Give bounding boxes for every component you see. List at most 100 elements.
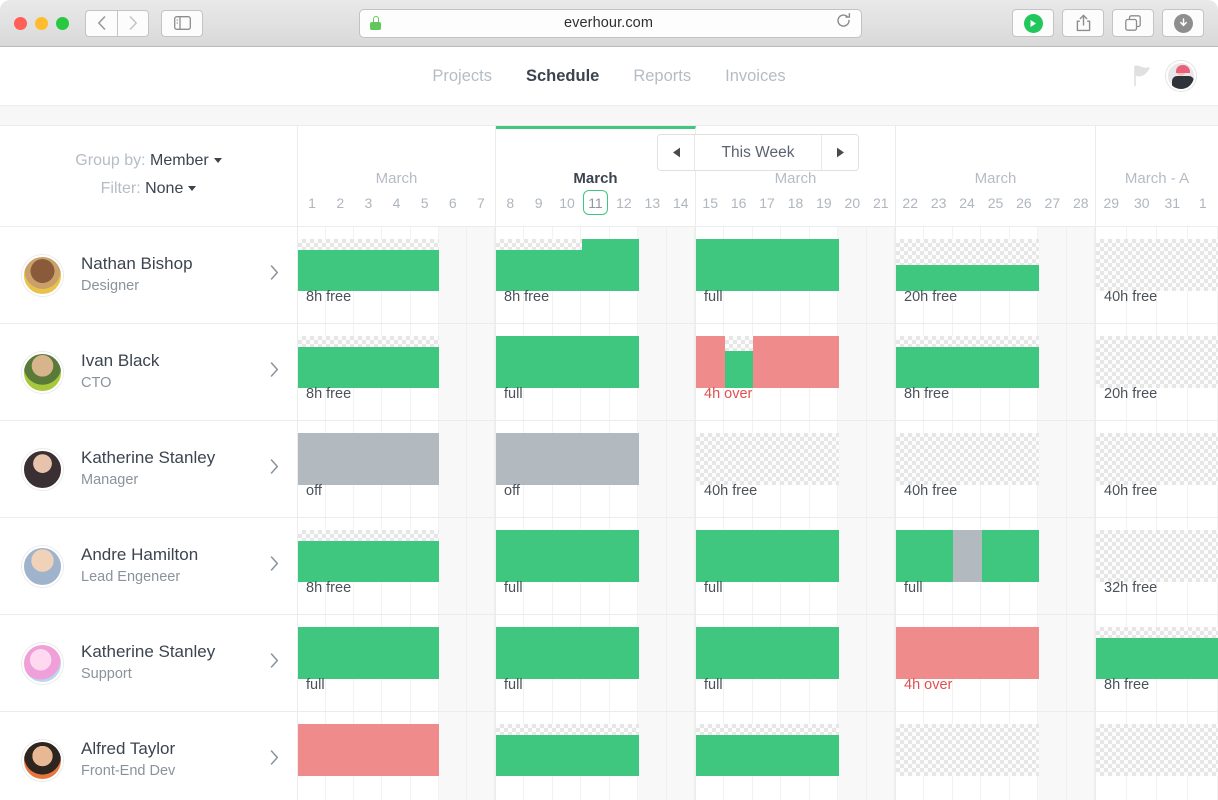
day-number[interactable]: 14: [667, 192, 695, 213]
share-button[interactable]: [1062, 9, 1104, 37]
minimize-window-button[interactable]: [35, 17, 48, 30]
day-number[interactable]: 7: [467, 192, 495, 213]
capacity-bar[interactable]: [696, 724, 839, 776]
member-row[interactable]: Katherine StanleySupport: [0, 615, 297, 712]
day-number[interactable]: 30: [1127, 192, 1158, 213]
capacity-bar[interactable]: [496, 530, 639, 582]
capacity-bar[interactable]: [1096, 239, 1218, 291]
capacity-bar[interactable]: [1096, 336, 1218, 388]
play-button[interactable]: [1012, 9, 1054, 37]
day-number[interactable]: 12: [610, 192, 638, 213]
capacity-bar[interactable]: [696, 433, 839, 485]
capacity-bar[interactable]: [298, 336, 439, 388]
day-number[interactable]: 19: [810, 192, 838, 213]
group-by-control[interactable]: Group by: Member: [0, 152, 297, 170]
day-number[interactable]: 29: [1096, 192, 1127, 213]
day-number[interactable]: 28: [1067, 192, 1095, 213]
chevron-right-icon[interactable]: [270, 556, 279, 576]
prev-week-button[interactable]: [658, 135, 695, 170]
day-number[interactable]: 8: [496, 192, 524, 213]
day-number[interactable]: 31: [1157, 192, 1188, 213]
maximize-window-button[interactable]: [56, 17, 69, 30]
flag-icon[interactable]: [1132, 65, 1152, 87]
day-number[interactable]: 1: [298, 192, 326, 213]
capacity-bar[interactable]: [1096, 724, 1218, 776]
capacity-bar[interactable]: [298, 627, 439, 679]
sidebar-toggle-button[interactable]: [161, 10, 203, 37]
member-row[interactable]: Ivan BlackCTO: [0, 324, 297, 421]
day-number[interactable]: 25: [981, 192, 1009, 213]
capacity-bar[interactable]: [298, 433, 439, 485]
nav-item-schedule[interactable]: Schedule: [526, 67, 599, 86]
day-number[interactable]: 16: [724, 192, 752, 213]
capacity-bar[interactable]: [496, 239, 639, 291]
close-window-button[interactable]: [14, 17, 27, 30]
forward-button[interactable]: [117, 10, 149, 37]
day-number[interactable]: 26: [1010, 192, 1038, 213]
day-number[interactable]: 4: [382, 192, 410, 213]
filter-control[interactable]: Filter: None: [0, 180, 297, 198]
day-number[interactable]: 13: [638, 192, 666, 213]
capacity-bar[interactable]: [896, 724, 1039, 776]
day-number[interactable]: 20: [838, 192, 866, 213]
capacity-bar[interactable]: [696, 336, 839, 388]
capacity-bar[interactable]: [1096, 433, 1218, 485]
member-row[interactable]: Alfred TaylorFront-End Dev: [0, 712, 297, 800]
nav-item-invoices[interactable]: Invoices: [725, 67, 786, 86]
capacity-bar[interactable]: [896, 336, 1039, 388]
day-number[interactable]: 9: [524, 192, 552, 213]
capacity-bar[interactable]: [496, 627, 639, 679]
back-button[interactable]: [85, 10, 117, 37]
capacity-bar[interactable]: [298, 724, 439, 776]
day-number[interactable]: 1: [1188, 192, 1218, 213]
day-number[interactable]: 27: [1038, 192, 1066, 213]
member-row[interactable]: Nathan BishopDesigner: [0, 227, 297, 324]
day-number[interactable]: 6: [439, 192, 467, 213]
day-number-today[interactable]: 11: [581, 192, 609, 213]
day-number[interactable]: 2: [326, 192, 354, 213]
avatar[interactable]: [1166, 61, 1196, 91]
nav-item-projects[interactable]: Projects: [432, 67, 492, 86]
nav-item-reports[interactable]: Reports: [633, 67, 691, 86]
day-number[interactable]: 18: [781, 192, 809, 213]
reload-button[interactable]: [836, 13, 851, 33]
day-number[interactable]: 24: [953, 192, 981, 213]
day-number[interactable]: 17: [753, 192, 781, 213]
capacity-bar[interactable]: [696, 239, 839, 291]
chevron-right-icon[interactable]: [270, 265, 279, 285]
capacity-bar[interactable]: [496, 724, 639, 776]
capacity-bar[interactable]: [1096, 627, 1218, 679]
day-number[interactable]: 21: [867, 192, 895, 213]
chevron-right-icon[interactable]: [270, 459, 279, 479]
downloads-button[interactable]: [1162, 9, 1204, 37]
capacity-bar[interactable]: [298, 239, 439, 291]
day-number[interactable]: 23: [924, 192, 952, 213]
capacity-bar[interactable]: [696, 627, 839, 679]
capacity-bar[interactable]: [496, 336, 639, 388]
capacity-bar[interactable]: [896, 239, 1039, 291]
next-week-button[interactable]: [821, 135, 858, 170]
capacity-bar[interactable]: [696, 530, 839, 582]
capacity-bar[interactable]: [896, 627, 1039, 679]
lock-icon: [370, 16, 381, 30]
week-label[interactable]: This Week: [695, 135, 821, 170]
chevron-right-icon[interactable]: [270, 362, 279, 382]
address-bar[interactable]: everhour.com: [359, 9, 862, 38]
day-number[interactable]: 22: [896, 192, 924, 213]
day-number[interactable]: 3: [354, 192, 382, 213]
capacity-bar[interactable]: [496, 433, 639, 485]
day-number[interactable]: 10: [553, 192, 581, 213]
bar-layer: [496, 712, 695, 800]
capacity-bar[interactable]: [298, 530, 439, 582]
chevron-right-icon[interactable]: [270, 750, 279, 770]
capacity-bar[interactable]: [896, 433, 1039, 485]
member-row[interactable]: Andre HamiltonLead Engeneer: [0, 518, 297, 615]
day-number[interactable]: 5: [411, 192, 439, 213]
chevron-right-icon[interactable]: [270, 653, 279, 673]
member-name: Nathan Bishop: [81, 253, 270, 275]
tabs-button[interactable]: [1112, 9, 1154, 37]
capacity-bar[interactable]: [896, 530, 1039, 582]
capacity-bar[interactable]: [1096, 530, 1218, 582]
member-row[interactable]: Katherine StanleyManager: [0, 421, 297, 518]
day-number[interactable]: 15: [696, 192, 724, 213]
